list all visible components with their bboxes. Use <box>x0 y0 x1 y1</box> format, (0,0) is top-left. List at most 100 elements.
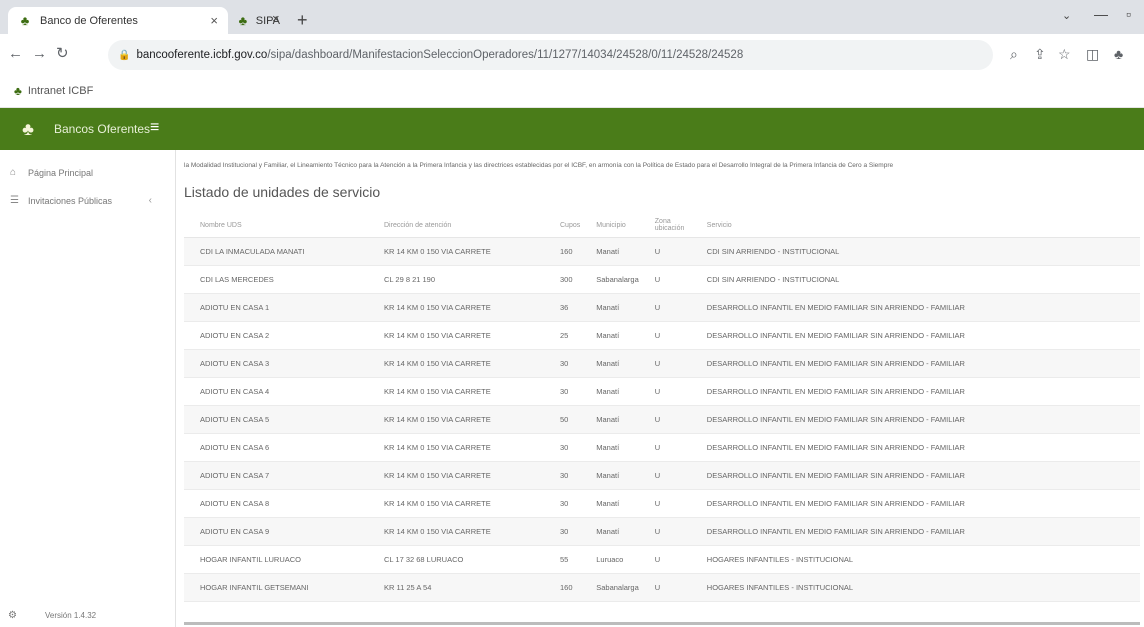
service-cell: DESARROLLO INFANTIL EN MEDIO FAMILIAR SI… <box>690 293 1140 322</box>
browser-toolbar: ← → ↻ 🔒 bancooferente.icbf.gov.co/sipa/d… <box>0 34 1144 76</box>
address-cell: KR 14 KM 0 150 VIA CARRETE <box>368 237 544 266</box>
table-row[interactable]: ADIOTU EN CASA 6 KR 14 KM 0 150 VIA CARRE… <box>184 433 1140 462</box>
address-cell: KR 14 KM 0 150 VIA CARRETE <box>368 405 544 434</box>
service-cell: DESARROLLO INFANTIL EN MEDIO FAMILIAR SI… <box>690 405 1140 434</box>
sidebar-item-label: Invitaciones Públicas <box>28 195 113 206</box>
uds-name-cell: CDI LA INMACULADA MANATI <box>184 237 368 266</box>
bookmark-label: Intranet ICBF <box>27 85 94 97</box>
chevron-down-icon[interactable]: ⌄ <box>1062 9 1071 22</box>
table-row[interactable]: ADIOTU EN CASA 5 KR 14 KM 0 150 VIA CARRE… <box>184 405 1140 434</box>
address-cell: KR 14 KM 0 150 VIA CARRETE <box>368 321 544 350</box>
table-row[interactable]: ADIOTU EN CASA 2 KR 14 KM 0 150 VIA CARRE… <box>184 321 1140 350</box>
address-cell: KR 14 KM 0 150 VIA CARRETE <box>368 489 544 518</box>
settings-icon[interactable]: ⚙ <box>8 610 17 621</box>
browser-tab-banco-oferentes[interactable]: ♣ Banco de Oferentes × <box>8 7 228 34</box>
capacity-cell: 30 <box>544 489 581 518</box>
capacity-cell: 30 <box>544 461 581 490</box>
table-row[interactable]: ADIOTU EN CASA 1 KR 14 KM 0 150 VIA CARRE… <box>184 293 1140 322</box>
municipality-cell: Manatí <box>580 405 639 434</box>
municipality-cell: Sabanalarga <box>580 265 639 294</box>
sidebar-item-label: Página Principal <box>28 167 94 178</box>
close-icon[interactable]: × <box>272 11 280 26</box>
bookmark-intranet-icbf[interactable]: ♣ Intranet ICBF <box>14 84 93 98</box>
reload-icon[interactable]: ↻ <box>56 46 69 62</box>
browser-tab-sipa[interactable]: ♣ SIPA <box>228 7 290 34</box>
column-header[interactable]: Dirección de atención <box>368 214 544 238</box>
capacity-cell: 50 <box>544 405 581 434</box>
zone-cell: U <box>638 405 691 434</box>
uds-name-cell: ADIOTU EN CASA 6 <box>184 433 368 462</box>
table-row[interactable]: ADIOTU EN CASA 8 KR 14 KM 0 150 VIA CARRE… <box>184 489 1140 518</box>
close-icon[interactable]: × <box>210 13 218 28</box>
table-row[interactable]: CDI LA INMACULADA MANATI KR 14 KM 0 150 V… <box>184 237 1140 266</box>
table-row[interactable]: HOGAR INFANTIL LURUACO CL 17 32 68 LURUAC… <box>184 545 1140 574</box>
url-host: bancooferente.icbf.gov.co <box>136 49 268 61</box>
new-tab-icon[interactable]: + <box>297 11 308 29</box>
minimize-icon[interactable]: — <box>1094 6 1108 22</box>
municipality-cell: Luruaco <box>580 545 639 574</box>
uds-name-cell: ADIOTU EN CASA 2 <box>184 321 368 350</box>
restore-icon[interactable]: ▫ <box>1126 6 1131 22</box>
column-header[interactable]: Zona ubicación <box>638 214 691 238</box>
column-header[interactable]: Servicio <box>690 214 1140 238</box>
table-row[interactable]: ADIOTU EN CASA 3 KR 14 KM 0 150 VIA CARRE… <box>184 349 1140 378</box>
column-header[interactable]: Nombre UDS <box>184 214 368 238</box>
forward-icon[interactable]: → <box>32 46 47 62</box>
zoom-icon[interactable]: ⌕ <box>1010 46 1018 62</box>
municipality-cell: Sabanalarga <box>580 573 639 602</box>
zone-cell: U <box>638 489 691 518</box>
capacity-cell: 25 <box>544 321 581 350</box>
sidepanel-icon[interactable]: ◫ <box>1086 46 1099 62</box>
sidebar-item-invitaciones[interactable]: ☰ Invitaciones Públicas ‹ <box>10 195 160 206</box>
table-row[interactable]: ADIOTU EN CASA 4 KR 14 KM 0 150 VIA CARRE… <box>184 377 1140 406</box>
uds-name-cell: ADIOTU EN CASA 5 <box>184 405 368 434</box>
service-cell: CDI SIN ARRIENDO - INSTITUCIONAL <box>690 265 1140 294</box>
service-cell: DESARROLLO INFANTIL EN MEDIO FAMILIAR SI… <box>690 489 1140 518</box>
table-row[interactable]: HOGAR INFANTIL GETSEMANI KR 11 25 A 54 160… <box>184 573 1140 602</box>
service-cell: DESARROLLO INFANTIL EN MEDIO FAMILIAR SI… <box>690 377 1140 406</box>
sidebar: ⌂ Página Principal ☰ Invitaciones Públic… <box>0 150 176 627</box>
municipality-cell: Manatí <box>580 293 639 322</box>
uds-name-cell: CDI LAS MERCEDES <box>184 265 368 294</box>
share-icon[interactable]: ⇪ <box>1034 46 1046 62</box>
capacity-cell: 300 <box>544 265 581 294</box>
table-scrollbar[interactable] <box>184 622 1140 625</box>
lock-icon: 🔒 <box>118 49 131 61</box>
service-cell: DESARROLLO INFANTIL EN MEDIO FAMILIAR SI… <box>690 349 1140 378</box>
home-icon: ⌂ <box>10 167 17 178</box>
app-title[interactable]: Bancos Oferentes <box>54 122 150 136</box>
zone-cell: U <box>638 349 691 378</box>
table-row[interactable]: ADIOTU EN CASA 9 KR 14 KM 0 150 VIA CARRE… <box>184 517 1140 546</box>
back-icon[interactable]: ← <box>8 46 23 62</box>
uds-name-cell: ADIOTU EN CASA 8 <box>184 489 368 518</box>
menu-toggle-icon[interactable]: ≡ <box>150 119 159 137</box>
bookmark-star-icon[interactable]: ☆ <box>1058 46 1071 62</box>
capacity-cell: 160 <box>544 573 581 602</box>
capacity-cell: 160 <box>544 237 581 266</box>
capacity-cell: 30 <box>544 349 581 378</box>
uds-name-cell: ADIOTU EN CASA 4 <box>184 377 368 406</box>
zone-cell: U <box>638 321 691 350</box>
url-bar[interactable]: 🔒 bancooferente.icbf.gov.co/sipa/dashboa… <box>108 40 993 70</box>
column-header[interactable]: Municipio <box>580 214 639 238</box>
capacity-cell: 30 <box>544 377 581 406</box>
sidebar-item-home[interactable]: ⌂ Página Principal <box>10 167 160 178</box>
table-row[interactable]: ADIOTU EN CASA 7 KR 14 KM 0 150 VIA CARRE… <box>184 461 1140 490</box>
version-label: Versión 1.4.32 <box>44 611 97 620</box>
list-icon: ☰ <box>10 195 19 206</box>
table-row[interactable]: CDI LAS MERCEDES CL 29 8 21 190 300 Sabanal… <box>184 265 1140 294</box>
municipality-cell: Manatí <box>580 321 639 350</box>
app-header: ♣ Bancos Oferentes ≡ <box>0 108 1144 150</box>
zone-cell: U <box>638 545 691 574</box>
service-cell: HOGARES INFANTILES - INSTITUCIONAL <box>690 545 1140 574</box>
capacity-cell: 55 <box>544 545 581 574</box>
address-cell: KR 14 KM 0 150 VIA CARRETE <box>368 461 544 490</box>
address-cell: CL 29 8 21 190 <box>368 265 544 294</box>
profile-icon[interactable]: ♣ <box>1114 46 1123 62</box>
intro-text: la Modalidad Institucional y Familiar, e… <box>184 162 894 169</box>
zone-cell: U <box>638 461 691 490</box>
column-header[interactable]: Cupos <box>544 214 581 238</box>
service-cell: DESARROLLO INFANTIL EN MEDIO FAMILIAR SI… <box>690 461 1140 490</box>
capacity-cell: 30 <box>544 517 581 546</box>
municipality-cell: Manatí <box>580 461 639 490</box>
